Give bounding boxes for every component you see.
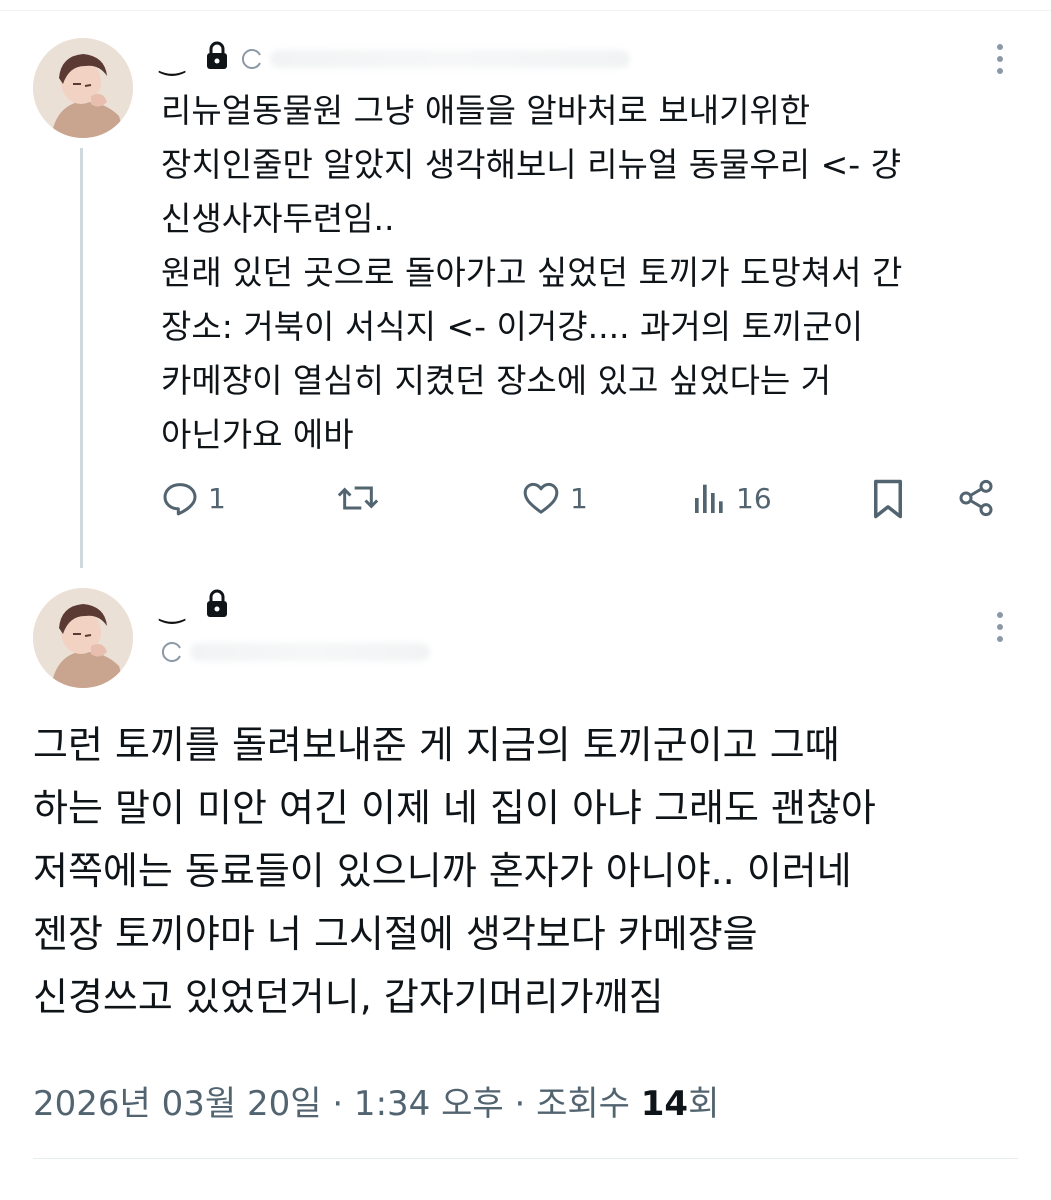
retweet-icon (337, 486, 379, 510)
avatar[interactable] (33, 38, 133, 138)
author-handle[interactable] (160, 640, 430, 664)
reply-icon (163, 483, 197, 516)
author-name[interactable]: ‿ (160, 590, 194, 625)
handle-partial-icon (242, 49, 262, 69)
reply-tweet-text: 리뉴얼동물원 그냥 애들을 알바처로 보내기위한 장치인줄만 알았지 생각해보니… (161, 91, 903, 454)
lock-icon (204, 588, 230, 626)
lock-icon (204, 40, 230, 78)
bookmark-button[interactable] (870, 478, 906, 520)
reply-count: 1 (208, 481, 226, 515)
handle-redaction (270, 50, 631, 68)
bottom-divider (33, 1158, 1018, 1159)
share-button[interactable] (956, 478, 996, 518)
views-suffix: 회 (688, 1084, 720, 1124)
more-icon[interactable] (996, 612, 1004, 642)
view-count: 16 (736, 481, 772, 515)
tweet-meta: 2026년 03월 20일 · 1:34 오후 · 조회수 14회 (33, 1076, 719, 1125)
author-row: ‿ (160, 40, 631, 78)
author-name[interactable]: ‿ (160, 42, 194, 77)
views-button[interactable]: 16 (692, 478, 772, 518)
author-row: ‿ (160, 588, 230, 626)
top-divider (0, 10, 1051, 11)
like-button[interactable]: 1 (520, 478, 588, 518)
views-icon (695, 484, 723, 513)
more-icon[interactable] (996, 44, 1004, 74)
tweet-actions: 1 1 16 (160, 478, 1010, 534)
like-count: 1 (570, 481, 588, 515)
handle-partial-icon (161, 642, 181, 662)
tweet-view-count: 14 (640, 1084, 689, 1124)
handle-redaction (190, 643, 430, 661)
reply-button[interactable]: 1 (160, 478, 226, 518)
retweet-button[interactable] (336, 478, 380, 518)
tweet-timestamp[interactable]: 2026년 03월 20일 · 1:34 오후 · 조회수 (33, 1084, 641, 1124)
avatar[interactable] (33, 588, 133, 688)
like-icon (523, 482, 559, 514)
author-handle[interactable] (240, 47, 631, 71)
thread-connector-line (80, 148, 83, 568)
main-tweet-text: 그런 토끼를 돌려보내준 게 지금의 토끼군이고 그때 하는 말이 미안 여긴 … (33, 723, 876, 1019)
bookmark-icon (874, 479, 902, 519)
share-icon (959, 479, 993, 517)
